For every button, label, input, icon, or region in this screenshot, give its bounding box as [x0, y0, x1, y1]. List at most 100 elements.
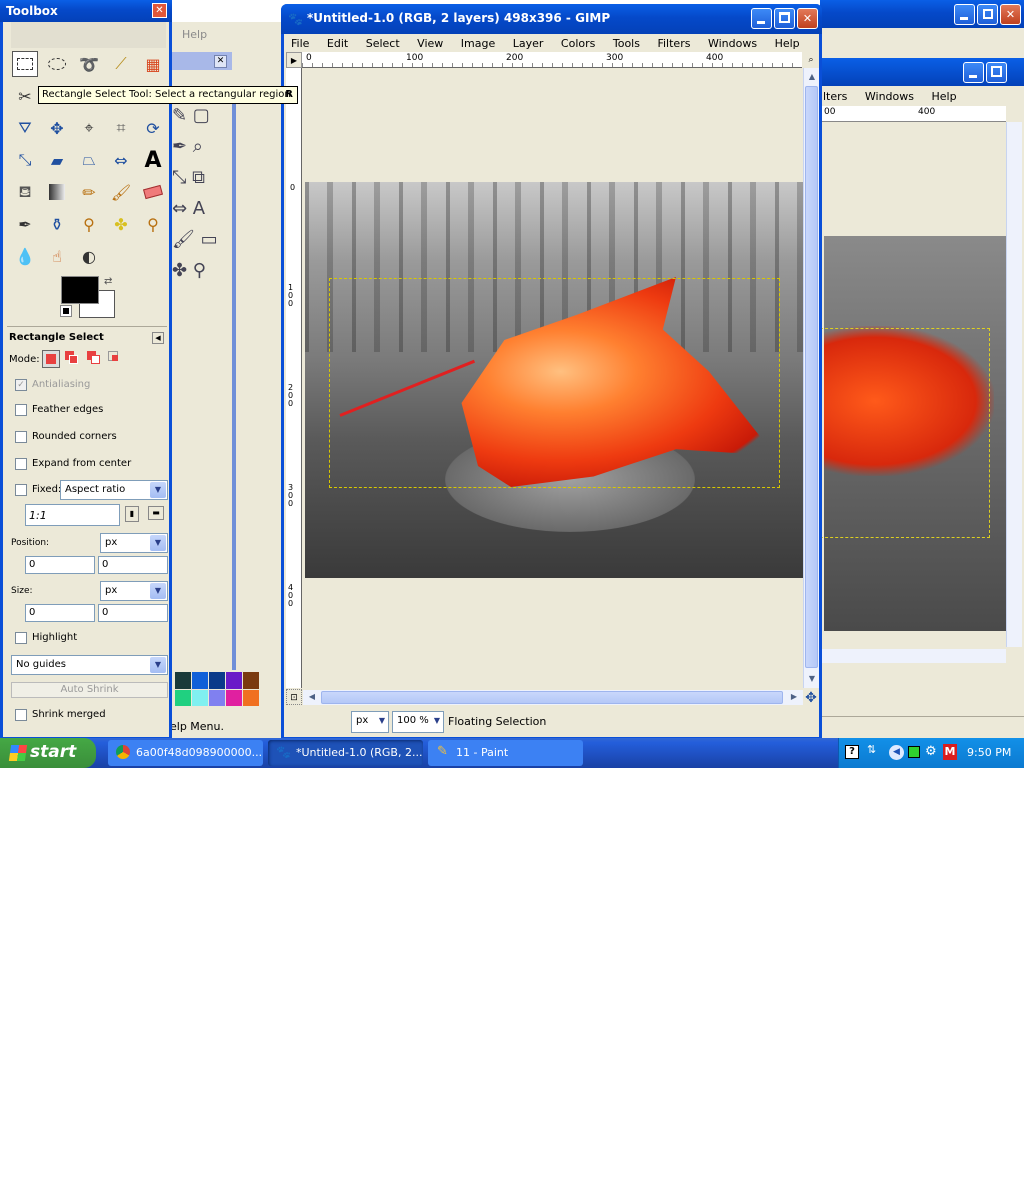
default-colors-icon[interactable]: [60, 305, 72, 317]
scroll-down-icon[interactable]: ▼: [805, 672, 819, 686]
options-menu-icon[interactable]: ◀: [152, 332, 164, 344]
color-select-icon[interactable]: ▦: [140, 51, 166, 77]
scroll-left-icon[interactable]: ◀: [305, 690, 319, 704]
guides-select[interactable]: No guides ▼: [11, 655, 168, 675]
align-icon[interactable]: ⌖: [76, 115, 102, 141]
dodge-burn-icon[interactable]: ◐: [76, 243, 102, 269]
bg-dock-help-label[interactable]: Help: [182, 28, 207, 41]
close-icon[interactable]: ✕: [214, 55, 227, 68]
scroll-right-icon[interactable]: ▶: [787, 690, 801, 704]
network-icon[interactable]: ⇅: [867, 743, 876, 756]
clone-icon[interactable]: ⚲: [76, 211, 102, 237]
menu-tools[interactable]: Tools: [613, 37, 640, 50]
mode-intersect-button[interactable]: [108, 351, 122, 365]
bg-menu-item[interactable]: lters: [823, 90, 847, 103]
bucket-fill-icon[interactable]: ⛾: [12, 179, 38, 205]
ink-icon[interactable]: ⚱: [44, 211, 70, 237]
bg-vertical-scrollbar[interactable]: [1006, 122, 1022, 647]
fixed-checkbox[interactable]: [15, 484, 27, 496]
rect-select-icon[interactable]: [12, 51, 38, 77]
mode-add-button[interactable]: [65, 351, 79, 365]
quick-mask-icon[interactable]: ⌕: [803, 52, 819, 68]
menu-windows[interactable]: Windows: [708, 37, 757, 50]
vertical-ruler[interactable]: 0 100 200 300 400: [286, 68, 302, 688]
perspective-icon[interactable]: ⏢: [76, 147, 102, 173]
bg-inner-minimize-button[interactable]: [963, 62, 984, 83]
bg-inner-maximize-button[interactable]: [986, 62, 1007, 83]
gradient-icon[interactable]: [44, 179, 70, 205]
flip-icon[interactable]: ⇔: [108, 147, 134, 173]
menu-view[interactable]: View: [417, 37, 443, 50]
landscape-icon[interactable]: ▬: [148, 506, 164, 520]
shrink-merged-checkbox[interactable]: [15, 709, 27, 721]
bg-restore-button[interactable]: [977, 4, 998, 25]
move-icon[interactable]: ✥: [44, 115, 70, 141]
horizontal-scrollbar[interactable]: ◀ ▶: [303, 690, 803, 705]
airbrush-icon[interactable]: ✒: [12, 211, 38, 237]
menu-edit[interactable]: Edit: [327, 37, 348, 50]
mode-replace-button[interactable]: [42, 350, 60, 368]
back-arrow-icon[interactable]: ◀: [889, 745, 904, 760]
fuzzy-select-icon[interactable]: ⟋: [108, 51, 134, 77]
taskbar-item-chrome[interactable]: 6a00f48d098900000...: [108, 740, 263, 766]
clock[interactable]: 9:50 PM: [967, 746, 1011, 759]
paintbrush-icon[interactable]: 🖌: [108, 179, 134, 205]
foreground-color-swatch[interactable]: [61, 276, 99, 304]
close-button[interactable]: ✕: [797, 8, 818, 29]
menu-select[interactable]: Select: [366, 37, 400, 50]
eraser-icon[interactable]: [140, 179, 166, 205]
vertical-scrollbar[interactable]: ▲ ▼: [803, 68, 819, 688]
unit-select[interactable]: px ▼: [351, 711, 389, 733]
shear-icon[interactable]: ▰: [44, 147, 70, 173]
fixed-select[interactable]: Aspect ratio ▼: [60, 480, 168, 500]
expand-center-checkbox[interactable]: [15, 458, 27, 470]
paths-icon[interactable]: ⛛: [12, 115, 38, 141]
scale-icon[interactable]: ⤡: [12, 147, 38, 173]
bg-minimize-button[interactable]: [954, 4, 975, 25]
feather-edges-checkbox[interactable]: [15, 404, 27, 416]
ruler-corner-icon[interactable]: ▶: [286, 52, 302, 68]
bg-menu-item[interactable]: Windows: [865, 90, 914, 103]
position-x-input[interactable]: 0: [25, 556, 95, 574]
minimize-button[interactable]: [751, 8, 772, 29]
size-h-input[interactable]: 0: [98, 604, 168, 622]
portrait-icon[interactable]: ▮: [125, 506, 139, 522]
rotate-icon[interactable]: ⟳: [140, 115, 166, 141]
menu-colors[interactable]: Colors: [561, 37, 595, 50]
canvas-area[interactable]: [303, 68, 803, 688]
maximize-button[interactable]: [774, 8, 795, 29]
zoom-select[interactable]: 100 % ▼: [392, 711, 444, 733]
auto-shrink-button[interactable]: Auto Shrink: [11, 682, 168, 698]
bg-close-button[interactable]: ✕: [1000, 4, 1021, 25]
ellipse-select-icon[interactable]: [44, 51, 70, 77]
scissors-icon[interactable]: ✂: [12, 83, 38, 109]
ratio-input[interactable]: 1:1: [25, 504, 120, 526]
menu-help[interactable]: Help: [775, 37, 800, 50]
perspective-clone-icon[interactable]: ⚲: [140, 211, 166, 237]
highlight-checkbox[interactable]: [15, 632, 27, 644]
help-icon[interactable]: ?: [845, 745, 859, 759]
vertical-scroll-thumb[interactable]: [805, 86, 818, 668]
menu-file[interactable]: File: [291, 37, 309, 50]
monitor-icon[interactable]: [908, 746, 920, 758]
position-y-input[interactable]: 0: [98, 556, 168, 574]
swap-colors-icon[interactable]: ⇄: [104, 276, 112, 287]
blur-icon[interactable]: 💧: [12, 243, 38, 269]
menu-layer[interactable]: Layer: [513, 37, 544, 50]
tray-app-icon[interactable]: ⚙: [925, 744, 937, 759]
pencil-icon[interactable]: ✏: [76, 179, 102, 205]
taskbar-item-gimp[interactable]: *Untitled-1.0 (RGB, 2...: [268, 740, 423, 766]
mode-subtract-button[interactable]: [87, 351, 101, 365]
scroll-up-icon[interactable]: ▲: [805, 70, 819, 84]
horizontal-ruler[interactable]: 0 100 200 300 400: [302, 52, 802, 68]
rounded-corners-checkbox[interactable]: [15, 431, 27, 443]
heal-icon[interactable]: ✤: [108, 211, 134, 237]
text-icon[interactable]: A: [140, 147, 166, 173]
navigate-icon[interactable]: ⊡: [286, 689, 302, 705]
mcafee-icon[interactable]: M: [943, 744, 957, 760]
menu-image[interactable]: Image: [461, 37, 495, 50]
toolbox-close-button[interactable]: ✕: [152, 3, 167, 18]
size-w-input[interactable]: 0: [25, 604, 95, 622]
smudge-icon[interactable]: ☝: [44, 243, 70, 269]
bg-menu-item[interactable]: Help: [932, 90, 957, 103]
